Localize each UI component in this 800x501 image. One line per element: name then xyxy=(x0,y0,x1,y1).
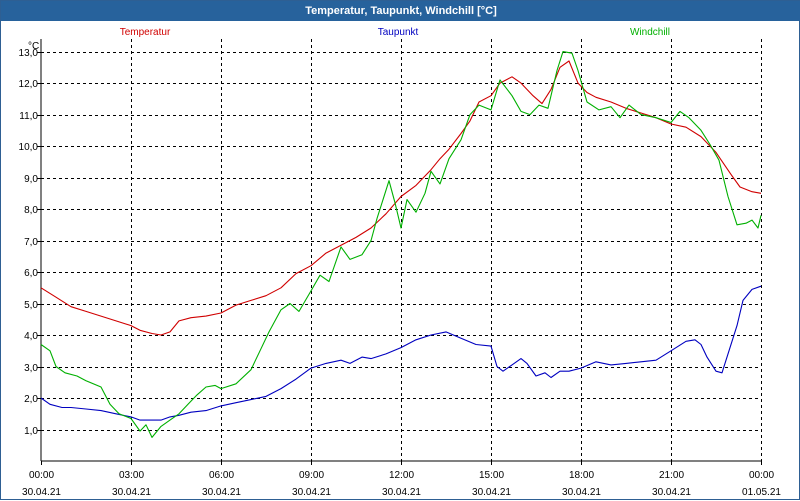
x-tick-time-label: 09:00 xyxy=(299,470,324,481)
y-tick-label: 3,0 xyxy=(24,363,38,374)
x-tick-time-label: 15:00 xyxy=(479,470,504,481)
y-tick-label: 7,0 xyxy=(24,237,38,248)
y-tick-label: 1,0 xyxy=(24,426,38,437)
x-axis-ticks: 00:00 30.04.21 03:00 30.04.21 06:00 30.04.21 0… xyxy=(22,461,781,498)
x-tick-date-label: 01.05.21 xyxy=(742,487,781,498)
x-tick-time-label: 06:00 xyxy=(209,470,234,481)
x-tick-time-label: 18:00 xyxy=(569,470,594,481)
x-tick-date-label: 30.04.21 xyxy=(562,487,601,498)
y-tick-label: 4,0 xyxy=(24,331,38,342)
y-tick-label: 8,0 xyxy=(24,205,38,216)
x-tick-date-label: 30.04.21 xyxy=(22,487,61,498)
legend-item-taupunkt: Taupunkt xyxy=(378,27,419,38)
line-chart: °C Temperatur Taupunkt Windchill 1,02,03,0… xyxy=(19,27,782,498)
y-tick-label: 13,0 xyxy=(19,48,39,59)
chart-window: Temperatur, Taupunkt, Windchill [°C] °C … xyxy=(0,0,800,500)
y-tick-label: 9,0 xyxy=(24,174,38,185)
x-tick-time-label: 00:00 xyxy=(29,470,54,481)
y-tick-label: 6,0 xyxy=(24,268,38,279)
x-tick-date-label: 30.04.21 xyxy=(112,487,151,498)
x-tick-date-label: 30.04.21 xyxy=(292,487,331,498)
y-axis-ticks: 1,0 2,0 3,0 4,0 5,0 6,0 7,0 8,0 9,0 10,0 11,0 12,0 1… xyxy=(19,48,41,437)
x-tick-time-label: 03:00 xyxy=(119,470,144,481)
x-tick-date-label: 30.04.21 xyxy=(652,487,691,498)
legend: Temperatur Taupunkt Windchill xyxy=(120,27,670,38)
legend-item-temperatur: Temperatur xyxy=(120,27,171,38)
y-tick-label: 12,0 xyxy=(19,79,39,90)
y-tick-label: 10,0 xyxy=(19,142,39,153)
y-tick-label: 5,0 xyxy=(24,300,38,311)
x-tick-time-label: 21:00 xyxy=(659,470,684,481)
x-tick-date-label: 30.04.21 xyxy=(382,487,421,498)
y-tick-label: 2,0 xyxy=(24,394,38,405)
x-tick-date-label: 30.04.21 xyxy=(202,487,241,498)
x-tick-time-label: 12:00 xyxy=(389,470,414,481)
legend-item-windchill: Windchill xyxy=(630,27,670,38)
grid-lines xyxy=(40,39,762,462)
x-tick-date-label: 30.04.21 xyxy=(472,487,511,498)
x-tick-time-label: 00:00 xyxy=(749,470,774,481)
y-tick-label: 11,0 xyxy=(19,111,38,122)
